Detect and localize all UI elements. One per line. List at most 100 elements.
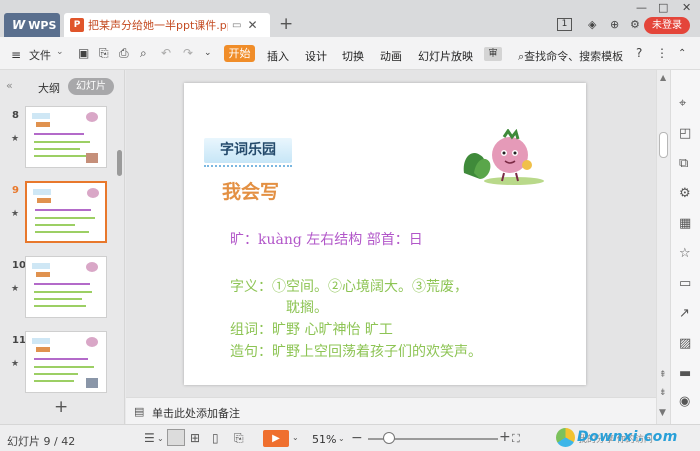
slide-number: 8 [12,110,19,121]
tab-transitions[interactable]: 切换 [342,48,364,64]
zoom-in-button[interactable]: + [499,429,511,445]
add-slide-button[interactable]: + [54,397,68,417]
window-count-badge[interactable]: 1 [557,18,572,31]
table-icon[interactable]: ▦ [679,216,691,231]
help-icon[interactable]: ? [636,46,642,60]
redo-icon[interactable]: ↷ [183,46,193,60]
slide-heading: 我会写 [222,181,280,203]
export-pdf-icon[interactable]: ⎘ [99,46,109,61]
quick-access-chevron-icon[interactable]: ⌄ [204,48,212,58]
thumbnail-scrollbar[interactable] [117,150,122,176]
previous-slide-icon[interactable]: ⇞ [659,370,667,380]
zoom-out-button[interactable]: − [351,430,363,446]
help-circle-icon[interactable]: ◉ [679,394,690,409]
outline-tab[interactable]: 大纲 [38,80,60,96]
close-tab-icon[interactable]: ✕ [247,18,257,32]
scroll-up-icon[interactable]: ▲ [660,73,666,82]
shirt-icon[interactable]: ⊕ [610,18,619,31]
title-bar: W WPS P 把某声分给她一半ppt课件.pptx ▭ ✕ + 1 ◈ ⊕ ⚙… [0,0,700,37]
scroll-thumb[interactable] [659,132,668,158]
align-chevron-icon[interactable]: ⌄ [157,434,164,443]
tab-home[interactable]: 开始 [224,45,255,62]
zoom-chevron-icon[interactable]: ⌄ [338,434,345,443]
thumbnail-list: 8 ★ 9 ★ 10 ★ 11 ★ [0,106,118,396]
thumbnail-card [25,106,107,168]
undo-icon[interactable]: ↶ [161,46,171,60]
tab-review-overflow[interactable]: 审 [484,47,502,61]
slide-canvas: 字词乐园 我会写 旷：kuàng 左右结构 部首：日 字义：①空间。②心境阔大。… [126,70,656,397]
copy-icon[interactable]: ⧉ [679,156,688,171]
slide-text-meaning-cont: 耽搁。 [286,300,328,316]
shapes-icon[interactable]: ◰ [679,126,691,141]
collapse-panel-icon[interactable]: « [6,79,13,92]
thumbnail-card [25,256,107,318]
backup-icon[interactable]: ▬ [679,366,691,381]
slide-text-sentence: 造句：旷野上空回荡着孩子们的欢笑声。 [230,344,482,360]
tab-insert[interactable]: 插入 [267,48,289,64]
align-icon[interactable]: ☰ [144,431,155,445]
animation-star-icon: ★ [11,134,20,144]
tab-animations[interactable]: 动画 [380,48,402,64]
properties-icon[interactable]: ⚙ [679,186,691,201]
file-menu[interactable]: 文件 [29,47,51,63]
user-settings-icon[interactable]: ⚙ [630,18,640,31]
play-chevron-icon[interactable]: ⌄ [292,433,299,442]
new-tab-button[interactable]: + [279,14,293,34]
minimize-icon[interactable]: — [636,1,647,14]
monitor-icon[interactable]: ▭ [232,20,241,31]
normal-view-button[interactable] [167,429,185,446]
tab-design[interactable]: 设计 [305,48,327,64]
favorite-star-icon[interactable]: ☆ [679,246,691,261]
slide-badge: 字词乐园 [204,138,292,163]
slides-tab[interactable]: 幻灯片 [68,78,114,95]
watermark-logo-icon [556,428,575,447]
notes-view-icon[interactable]: ⎘ [234,431,244,446]
more-options-icon[interactable]: ⋮ [656,46,668,60]
slide[interactable]: 字词乐园 我会写 旷：kuàng 左右结构 部首：日 字义：①空间。②心境阔大。… [184,83,586,385]
thumbnail-card [25,181,107,243]
zoom-slider-knob[interactable] [382,432,395,444]
next-slide-icon[interactable]: ⇟ [659,388,667,398]
chevron-down-icon[interactable]: ⌄ [56,47,64,57]
menu-icon[interactable]: ≡ [11,48,21,62]
close-window-icon[interactable]: ✕ [682,1,691,14]
app-name: WPS [28,18,57,32]
reading-view-icon[interactable]: ▯ [212,431,219,445]
save-icon[interactable]: ▣ [78,46,89,60]
login-button[interactable]: 未登录 [644,17,690,34]
command-search[interactable]: ⌕查找命令、搜索模板 [518,48,623,64]
cursor-select-icon[interactable]: ⌖ [679,96,686,111]
app-tab-wps[interactable]: W WPS [4,13,60,37]
dotted-divider [204,165,292,167]
archive-icon[interactable]: ▭ [679,276,691,291]
cartoon-fruit-illustration [463,129,544,185]
image-icon[interactable]: ▨ [679,336,691,351]
play-slideshow-button[interactable]: ▶ [263,430,289,447]
slide-thumbnail[interactable]: 10 ★ [0,256,118,324]
slide-sorter-icon[interactable]: ⊞ [190,431,200,445]
slide-thumbnail-active[interactable]: 9 ★ [0,181,118,249]
share-icon[interactable]: ↗ [679,306,690,321]
thumbnail-card [25,331,107,393]
print-preview-icon[interactable]: ⌕ [140,46,147,61]
maximize-icon[interactable]: □ [658,1,668,14]
presentation-file-icon: P [70,18,84,32]
collapse-ribbon-icon[interactable]: ⌃ [678,48,686,59]
slide-thumbnail[interactable]: 11 ★ [0,331,118,396]
scroll-down-icon[interactable]: ▼ [659,408,666,418]
watermark-text: Downxi.com [577,429,678,445]
fit-window-icon[interactable]: ⛶ [512,432,520,446]
slide-text-pronunciation: 旷：kuàng 左右结构 部首：日 [230,232,423,248]
canvas-scrollbar[interactable]: ▲ ⇞ ⇟ ▼ [656,70,670,424]
notes-bar[interactable]: ▤ 单击此处添加备注 [126,397,656,424]
document-tab[interactable]: P 把某声分给她一半ppt课件.pptx ▭ ✕ [64,13,270,37]
print-icon[interactable]: ⎙ [119,46,129,61]
tab-slideshow[interactable]: 幻灯片放映 [418,48,473,64]
slide-text-meaning: 字义：①空间。②心境阔大。③荒废， [230,279,468,295]
animation-star-icon: ★ [11,284,20,294]
slide-navigator: « 大纲 幻灯片 8 ★ 9 ★ 10 ★ 11 ★ + [0,70,125,425]
skin-icon[interactable]: ◈ [588,18,596,31]
slide-thumbnail[interactable]: 8 ★ [0,106,118,174]
zoom-level[interactable]: 51% [312,433,336,446]
watermark: 我的分享 你的访问 Downxi.com [556,428,700,450]
